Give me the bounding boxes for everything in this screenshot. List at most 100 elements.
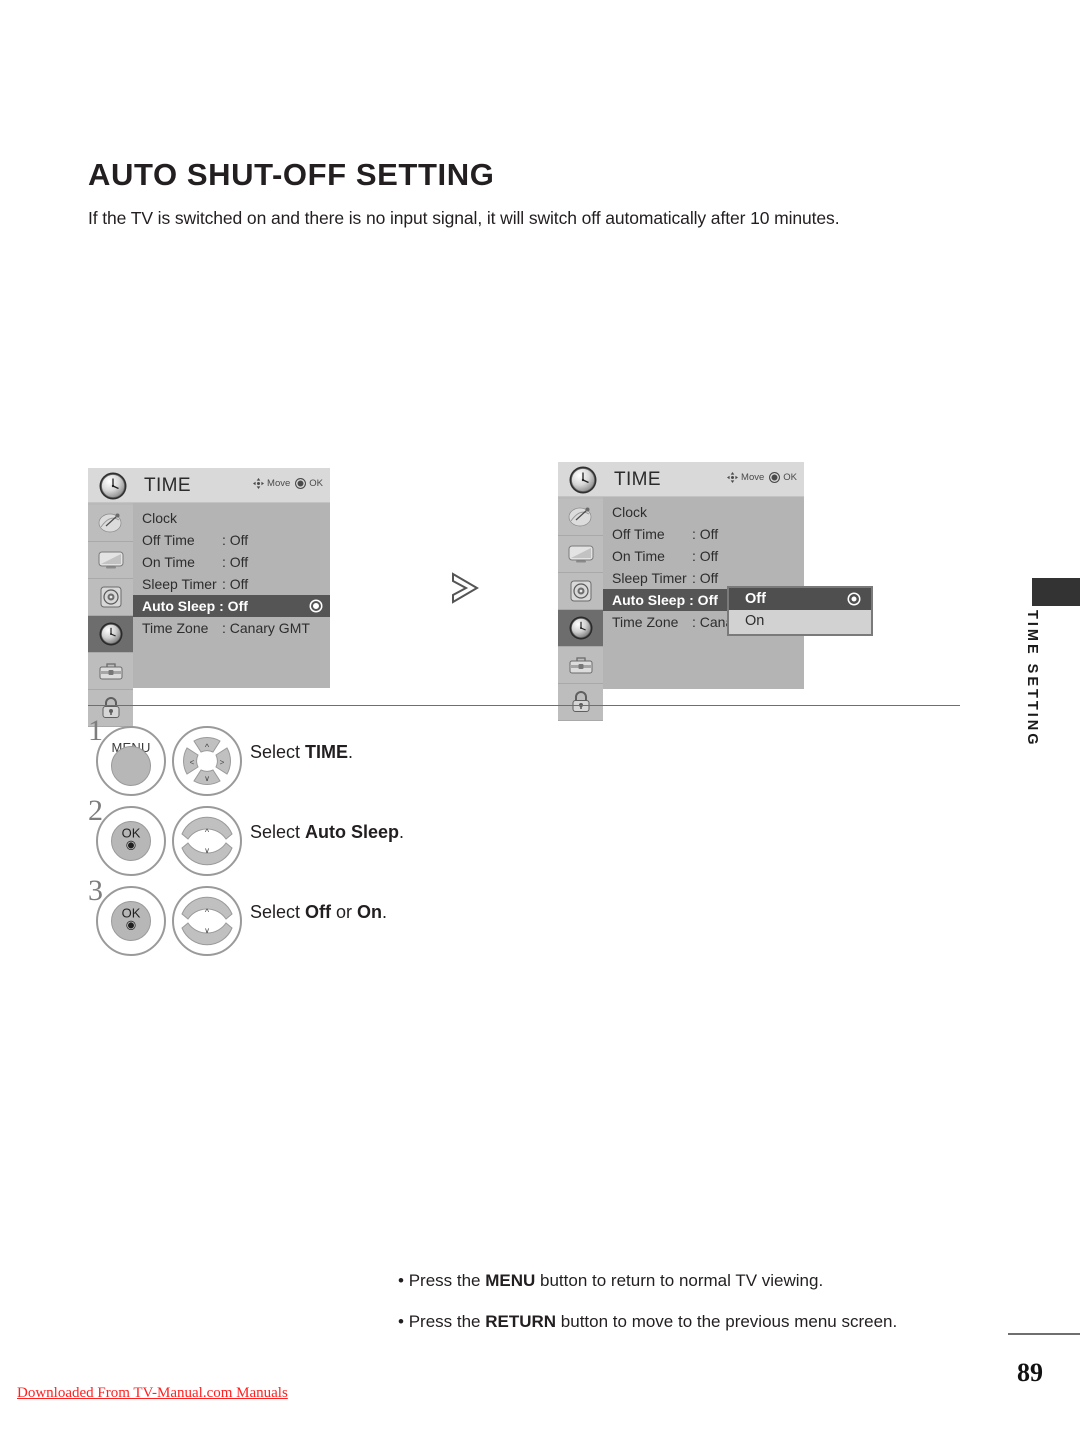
osd-icon-picture[interactable]: [558, 536, 603, 573]
osd-body: Clock Off Time : Off On Time : Off Sleep…: [88, 503, 330, 727]
osd-icon-time[interactable]: [558, 610, 603, 647]
osd-row-value: : Off: [222, 532, 249, 548]
radio-selected-icon: [311, 601, 321, 611]
step-text-prefix: Select: [250, 742, 306, 762]
osd-icon-picture[interactable]: [88, 542, 133, 579]
ok-button[interactable]: OK ◉: [96, 806, 166, 876]
osd-row-label: Off Time: [142, 532, 195, 548]
osd-row-label: Time Zone: [612, 614, 679, 630]
satellite-dish-icon: [568, 507, 591, 527]
menu-button-core: [111, 746, 151, 787]
step-text-mid: or: [331, 902, 358, 922]
osd-row-clock[interactable]: Clock: [603, 501, 804, 523]
osd-row-value: : Off: [222, 576, 249, 592]
osd-hints: Move OK: [253, 478, 323, 489]
osd-icon-audio[interactable]: [558, 573, 603, 610]
step-3: 3 OK ◉ ^ ∨ Select Off or On.: [88, 874, 868, 958]
osd-icon-audio[interactable]: [88, 579, 133, 616]
osd-row-label: Auto Sleep: [142, 598, 216, 614]
osd-row-time-zone[interactable]: Time Zone : Canary GMT: [133, 617, 330, 639]
updown-rocker-icon: ^ ∨: [181, 816, 233, 866]
toolbox-icon: [99, 663, 122, 680]
osd-icon-time[interactable]: [88, 616, 133, 653]
page-title: AUTO SHUT-OFF SETTING: [88, 157, 495, 192]
osd-icon-lock[interactable]: [558, 684, 603, 721]
osd-icon-setup[interactable]: [558, 499, 603, 536]
osd-row-value: : Off: [689, 592, 718, 608]
osd-hints: Move OK: [727, 472, 797, 483]
osd-row-label: Sleep Timer: [612, 570, 687, 586]
osd-row-sleep-timer[interactable]: Sleep Timer : Off: [133, 573, 330, 595]
tv-picture-icon: [568, 545, 593, 563]
osd-header: TIME Move OK: [88, 468, 330, 503]
ok-button-icon: [769, 472, 781, 483]
step-2: 2 OK ◉ ^ ∨ Select Auto Sleep.: [88, 794, 868, 878]
note-bold: RETURN: [485, 1312, 557, 1331]
ok-button-icon: [295, 478, 307, 489]
hint-move-label: Move: [267, 478, 291, 489]
audio-speaker-icon: [570, 580, 591, 602]
audio-speaker-icon: [100, 586, 121, 608]
osd-row-off-time[interactable]: Off Time : Off: [133, 529, 330, 551]
step-text-suffix: .: [348, 742, 354, 762]
side-tab-label: TIME SETTING: [1024, 610, 1040, 748]
osd-icon-option[interactable]: [558, 647, 603, 684]
osd-icon-option[interactable]: [88, 653, 133, 690]
watermark-link[interactable]: Downloaded From TV-Manual.com Manuals: [17, 1385, 288, 1402]
dropdown-option-label: Off: [745, 591, 766, 607]
footer-rule: [1008, 1333, 1080, 1335]
dpad-4way-button[interactable]: ^ ∨ < >: [172, 726, 242, 796]
osd-row-value: : Canary GMT: [222, 620, 310, 636]
dpad-4way-icon: ^ ∨ < >: [183, 737, 231, 785]
clock-icon: [569, 466, 597, 494]
osd-panel-time-1: TIME Move OK Clock Off Time: Off On Tim…: [88, 468, 330, 727]
dropdown-option-off[interactable]: Off: [729, 588, 871, 610]
toolbox-icon: [569, 657, 592, 674]
step-3-text: Select Off or On.: [250, 902, 387, 923]
step-2-text: Select Auto Sleep.: [250, 822, 404, 843]
osd-row-on-time[interactable]: On Time : Off: [133, 551, 330, 573]
svg-text:>: >: [220, 758, 225, 767]
osd-row-value: : Off: [692, 570, 719, 586]
step-text-prefix: Select: [250, 822, 306, 842]
osd-menu-list: Clock Off Time : Off On Time : Off Sleep…: [133, 503, 330, 688]
osd-row-auto-sleep[interactable]: Auto Sleep : Off: [133, 595, 330, 617]
section-divider: [88, 705, 960, 706]
note-bullet: •: [398, 1271, 409, 1290]
lock-icon: [572, 691, 589, 712]
clock-icon: [569, 616, 592, 640]
clock-icon: [99, 622, 122, 646]
flow-arrow-icon: [452, 572, 479, 604]
hint-ok-label: OK: [783, 472, 797, 483]
osd-icon-setup[interactable]: [88, 505, 133, 542]
svg-text:∨: ∨: [204, 846, 210, 855]
osd-row-clock[interactable]: Clock: [133, 507, 330, 529]
hint-ok-label: OK: [309, 478, 323, 489]
tv-picture-icon: [98, 551, 123, 569]
radio-selected-icon: [849, 594, 859, 604]
step-1-text: Select TIME.: [250, 742, 353, 763]
osd-row-auto-sleep[interactable]: Auto Sleep : Off: [603, 589, 728, 611]
ok-button[interactable]: OK ◉: [96, 886, 166, 956]
svg-text:∨: ∨: [204, 926, 210, 935]
clock-icon: [99, 472, 127, 500]
step-1: 1 MENU ^ ∨ < > Select TIME.: [88, 714, 868, 798]
note-bold: MENU: [485, 1271, 536, 1290]
page-number: 89: [1017, 1358, 1043, 1387]
osd-row-label: Auto Sleep: [612, 592, 686, 608]
updown-rocker-button[interactable]: ^ ∨: [172, 806, 242, 876]
dropdown-option-on[interactable]: On: [729, 610, 871, 632]
step-text-bold-off: Off: [305, 902, 332, 922]
note-prefix: Press the: [408, 1312, 486, 1331]
note-suffix: button to move to the previous menu scre…: [556, 1312, 898, 1331]
osd-row-label: Sleep Timer: [142, 576, 217, 592]
dpad-move-icon: [727, 472, 739, 483]
osd-row-label: Off Time: [612, 526, 665, 542]
dropdown-option-label: On: [745, 613, 765, 629]
menu-button[interactable]: MENU: [96, 726, 166, 796]
note-prefix: Press the: [408, 1271, 486, 1290]
osd-row-on-time[interactable]: On Time : Off: [603, 545, 804, 567]
dpad-move-icon: [253, 478, 265, 489]
updown-rocker-button[interactable]: ^ ∨: [172, 886, 242, 956]
osd-row-off-time[interactable]: Off Time : Off: [603, 523, 804, 545]
